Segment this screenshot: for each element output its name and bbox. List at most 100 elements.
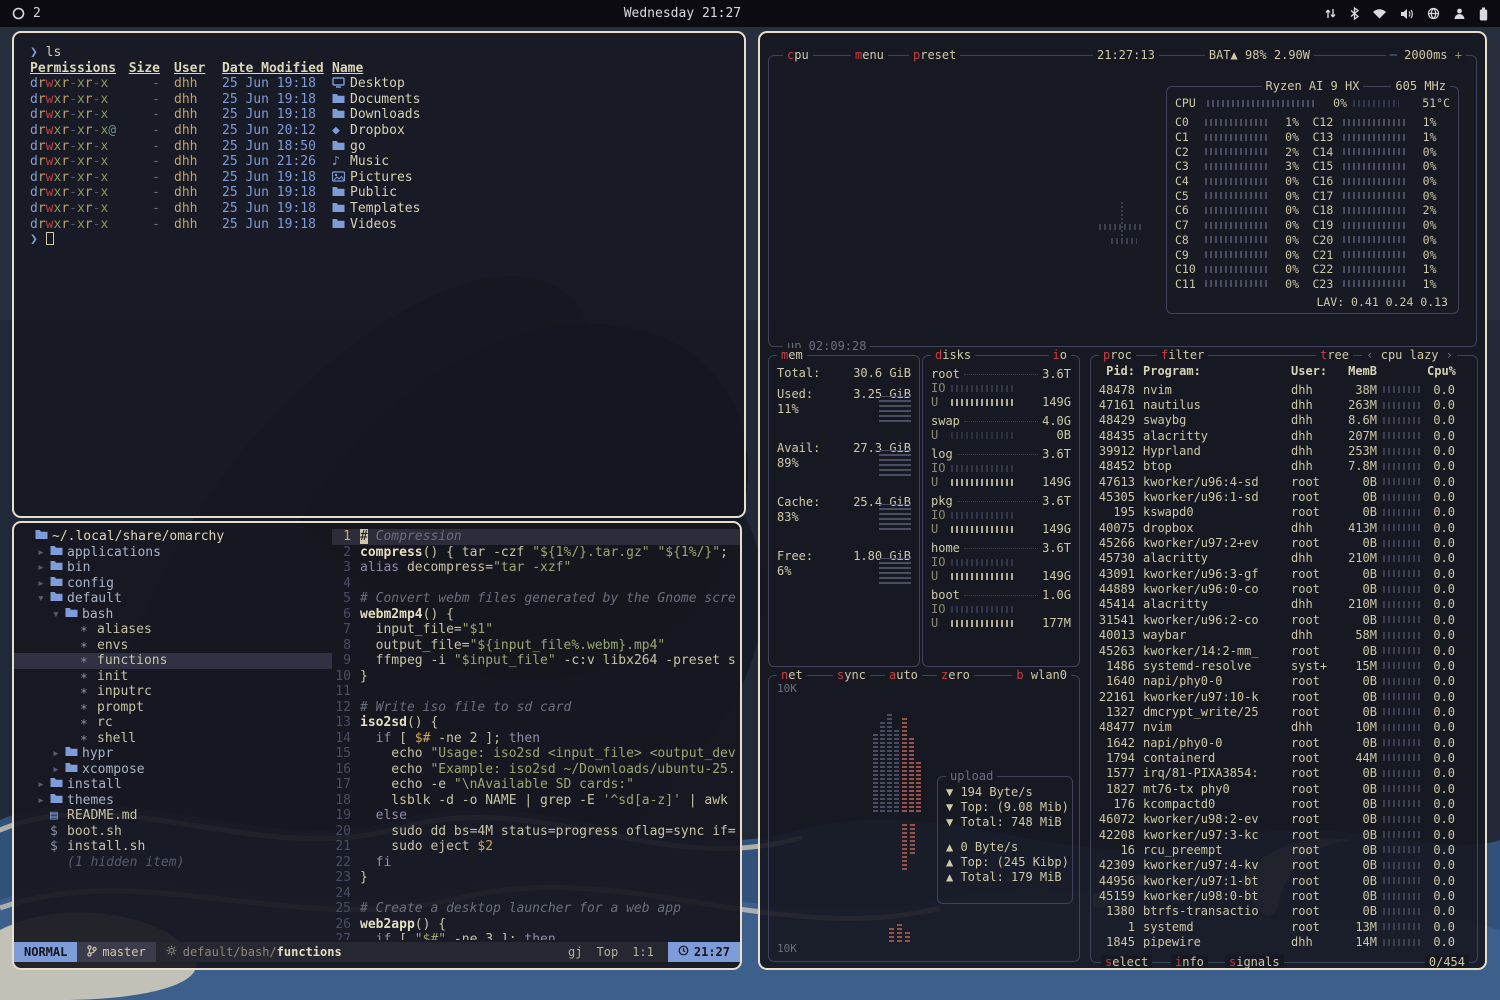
tree-item-install[interactable]: ▸install <box>14 777 332 793</box>
file-row[interactable]: drwxr-xr-x-dhh25 Jun 19:18Documents <box>30 92 728 108</box>
tree-item-shell[interactable]: ∗shell <box>14 731 332 747</box>
file-row[interactable]: drwxr-xr-x-dhh25 Jun 19:18Downloads <box>30 107 728 123</box>
wifi-icon[interactable] <box>1372 8 1387 20</box>
process-row[interactable]: 45414alacrittydhh210M0.0 <box>1097 597 1471 612</box>
tree-item-boot.sh[interactable]: $boot.sh <box>14 824 332 840</box>
tree-item-hypr[interactable]: ▸hypr <box>14 746 332 762</box>
tab-cpu[interactable]: cpu <box>783 48 813 63</box>
tree-item-bash[interactable]: ▾bash <box>14 607 332 623</box>
file-row[interactable]: drwxr-xr-x@-dhh25 Jun 20:12◆Dropbox <box>30 123 728 139</box>
process-row[interactable]: 22161kworker/u97:10-kroot0B0.0 <box>1097 689 1471 704</box>
btop-window[interactable]: cpu menu preset 21:27:13 BAT▲ 98% 2.90W … <box>758 31 1487 970</box>
process-row[interactable]: 47613kworker/u96:4-sdroot0B0.0 <box>1097 474 1471 489</box>
process-row[interactable]: 44956kworker/u97:1-btroot0B0.0 <box>1097 873 1471 888</box>
mem-title[interactable]: mem <box>777 348 807 363</box>
update-interval[interactable]: ─ 2000ms + <box>1386 48 1466 63</box>
process-row[interactable]: 48478nvimdhh38M0.0 <box>1097 382 1471 397</box>
process-row[interactable]: 48452btopdhh7.8M0.0 <box>1097 459 1471 474</box>
tree-item-applications[interactable]: ▸applications <box>14 545 332 561</box>
file-row[interactable]: drwxr-xr-x-dhh25 Jun 18:50go <box>30 139 728 155</box>
io-toggle[interactable]: io <box>1049 348 1071 363</box>
net-auto[interactable]: auto <box>885 668 922 683</box>
tree-item-xcompose[interactable]: ▸xcompose <box>14 762 332 778</box>
net-title[interactable]: net <box>777 668 807 683</box>
launcher-icon[interactable] <box>12 7 25 20</box>
process-row[interactable]: 176kcompactd0root0B0.0 <box>1097 796 1471 811</box>
code-editor[interactable]: 1# Compression2compress() { tar -czf "${… <box>332 523 740 940</box>
process-row[interactable]: 48429swaybgdhh8.6M0.0 <box>1097 413 1471 428</box>
process-row[interactable]: 45266kworker/u97:2+evroot0B0.0 <box>1097 535 1471 550</box>
process-row[interactable]: 31541kworker/u96:2-coroot0B0.0 <box>1097 612 1471 627</box>
proc-sort[interactable]: ‹ cpu lazy › <box>1362 348 1457 363</box>
workspace-indicator[interactable]: 2 <box>33 6 41 21</box>
battery-icon[interactable] <box>1479 7 1488 21</box>
process-row[interactable]: 1642napi/phy0-0root0B0.0 <box>1097 735 1471 750</box>
process-row[interactable]: 1486systemd-resolvesyst+15M0.0 <box>1097 658 1471 673</box>
process-row[interactable]: 39912Hyprlanddhh253M0.0 <box>1097 443 1471 458</box>
process-row[interactable]: 1systemdroot13M0.0 <box>1097 919 1471 934</box>
tree-item-envs[interactable]: ∗envs <box>14 638 332 654</box>
tree-item--.local-share-omarchy[interactable]: ~/.local/share/omarchy <box>14 529 332 545</box>
process-row[interactable]: 45159kworker/u98:0-btroot0B0.0 <box>1097 888 1471 903</box>
tree-item-install.sh[interactable]: $install.sh <box>14 839 332 855</box>
tree-item-default[interactable]: ▾default <box>14 591 332 607</box>
process-row[interactable]: 1327dmcrypt_write/25root0B0.0 <box>1097 704 1471 719</box>
process-row[interactable]: 40013waybardhh58M0.0 <box>1097 628 1471 643</box>
tree-item-rc[interactable]: ∗rc <box>14 715 332 731</box>
process-row[interactable]: 42208kworker/u97:3-kcroot0B0.0 <box>1097 827 1471 842</box>
updates-icon[interactable] <box>1324 7 1337 20</box>
proc-signals[interactable]: signals <box>1225 955 1284 970</box>
clock[interactable]: Wednesday 21:27 <box>624 6 741 21</box>
tree-item-readme.md[interactable]: ▤README.md <box>14 808 332 824</box>
process-row[interactable]: 43091kworker/u96:3-gfroot0B0.0 <box>1097 566 1471 581</box>
file-row[interactable]: drwxr-xr-x-dhh25 Jun 21:26♪Music <box>30 154 728 170</box>
tree-item-functions[interactable]: ∗functions <box>14 653 332 669</box>
process-row[interactable]: 47161nautilusdhh263M0.0 <box>1097 397 1471 412</box>
process-row[interactable]: 48477nvimdhh10M0.0 <box>1097 720 1471 735</box>
tree-item-prompt[interactable]: ∗prompt <box>14 700 332 716</box>
process-row[interactable]: 1794containerdroot44M0.0 <box>1097 750 1471 765</box>
tree-item-bin[interactable]: ▸bin <box>14 560 332 576</box>
account-icon[interactable] <box>1453 7 1466 20</box>
process-row[interactable]: 40075dropboxdhh413M0.0 <box>1097 520 1471 535</box>
proc-tree-toggle[interactable]: tree <box>1316 348 1353 363</box>
tab-preset[interactable]: preset <box>909 48 960 63</box>
process-row[interactable]: 45263kworker/14:2-mm_root0B0.0 <box>1097 643 1471 658</box>
tree-item-config[interactable]: ▸config <box>14 576 332 592</box>
file-row[interactable]: drwxr-xr-x-dhh25 Jun 19:18Desktop <box>30 76 728 92</box>
process-row[interactable]: 1380btrfs-transactioroot0B0.0 <box>1097 904 1471 919</box>
tab-menu[interactable]: menu <box>851 48 888 63</box>
tree-item--1-hidden-item-[interactable]: (1 hidden item) <box>14 855 332 871</box>
neovim-window[interactable]: ~/.local/share/omarchy▸applications▸bin▸… <box>12 521 742 970</box>
net-panel-title[interactable]: upload <box>946 769 997 784</box>
process-row[interactable]: 46072kworker/u98:2-evroot0B0.0 <box>1097 812 1471 827</box>
file-row[interactable]: drwxr-xr-x-dhh25 Jun 19:18Templates <box>30 201 728 217</box>
net-zero[interactable]: zero <box>937 668 974 683</box>
volume-icon[interactable] <box>1400 8 1414 20</box>
bluetooth-icon[interactable] <box>1350 7 1359 20</box>
tree-item-themes[interactable]: ▸themes <box>14 793 332 809</box>
process-row[interactable]: 1845pipewiredhh14M0.0 <box>1097 934 1471 948</box>
tree-item-inputrc[interactable]: ∗inputrc <box>14 684 332 700</box>
terminal-window[interactable]: ❯ ls PermissionsSizeUserDate ModifiedNam… <box>12 31 746 518</box>
net-interface[interactable]: b wlan0 <box>1012 668 1071 683</box>
file-row[interactable]: drwxr-xr-x-dhh25 Jun 19:18Pictures <box>30 170 728 186</box>
network-icon[interactable] <box>1427 7 1440 20</box>
proc-select[interactable]: select <box>1101 955 1152 970</box>
file-tree[interactable]: ~/.local/share/omarchy▸applications▸bin▸… <box>14 523 332 940</box>
process-row[interactable]: 16rcu_preemptroot0B0.0 <box>1097 842 1471 857</box>
process-row[interactable]: 48435alacrittydhh207M0.0 <box>1097 428 1471 443</box>
process-row[interactable]: 42309kworker/u97:4-kvroot0B0.0 <box>1097 858 1471 873</box>
proc-filter[interactable]: filter <box>1157 348 1208 363</box>
process-row[interactable]: 44889kworker/u96:0-coroot0B0.0 <box>1097 581 1471 596</box>
process-row[interactable]: 1827mt76-tx phy0root0B0.0 <box>1097 781 1471 796</box>
tree-item-aliases[interactable]: ∗aliases <box>14 622 332 638</box>
net-sync[interactable]: sync <box>833 668 870 683</box>
process-row[interactable]: 45730alacrittydhh210M0.0 <box>1097 551 1471 566</box>
disks-title[interactable]: disks <box>931 348 975 363</box>
process-row[interactable]: 45305kworker/u96:1-sdroot0B0.0 <box>1097 489 1471 504</box>
proc-info[interactable]: info <box>1171 955 1208 970</box>
process-row[interactable]: 1640napi/phy0-0root0B0.0 <box>1097 674 1471 689</box>
process-row[interactable]: 1577irq/81-PIXA3854:root0B0.0 <box>1097 766 1471 781</box>
file-row[interactable]: drwxr-xr-x-dhh25 Jun 19:18Public <box>30 185 728 201</box>
